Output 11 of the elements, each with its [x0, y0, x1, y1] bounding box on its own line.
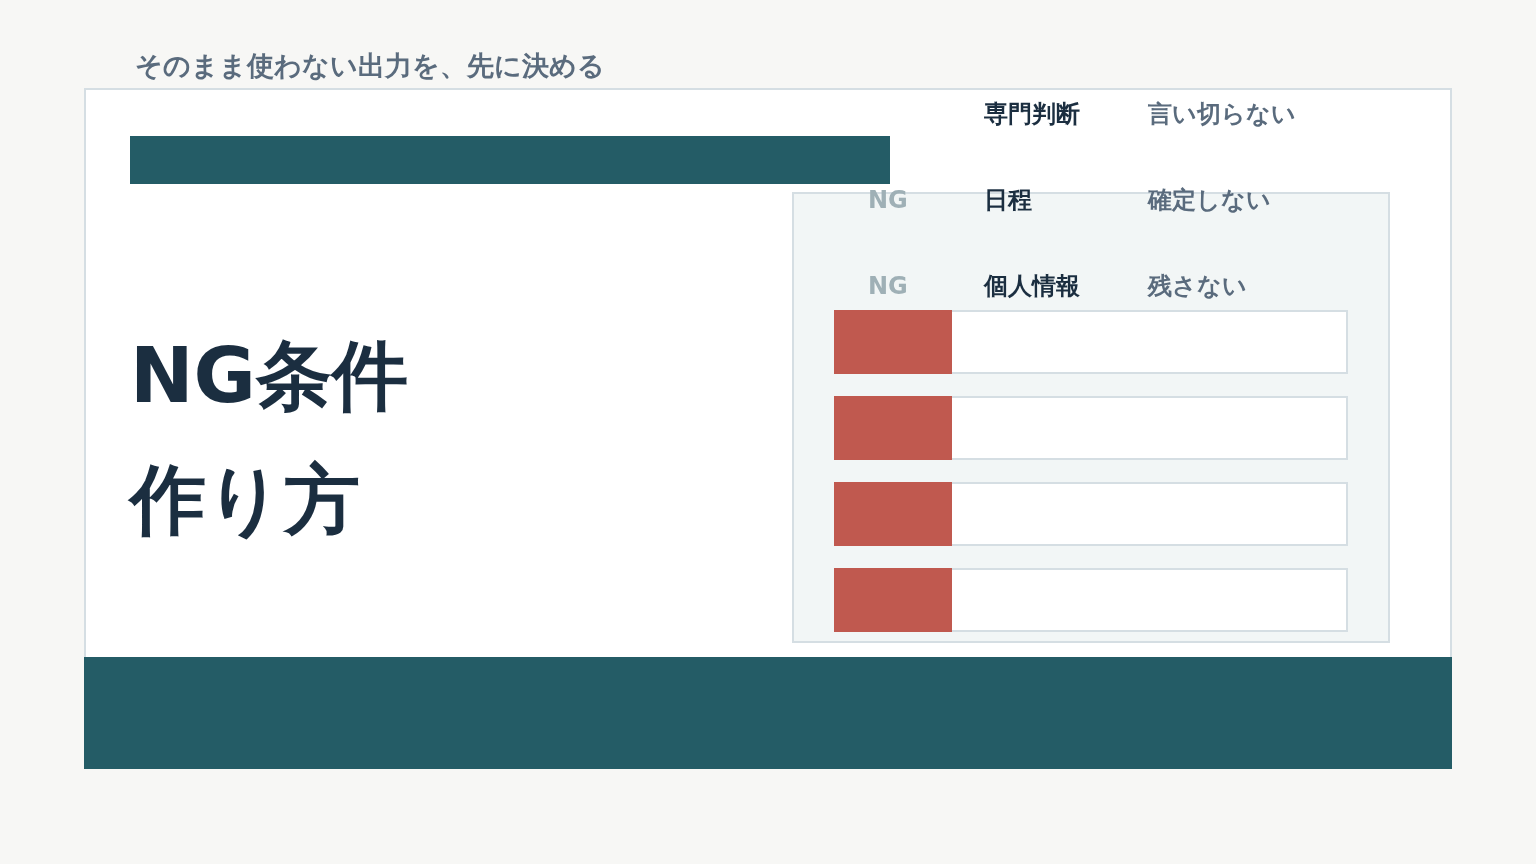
rule-item: 個人情報	[984, 271, 1081, 302]
ng-label: NG	[868, 272, 908, 300]
slide-subtitle: そのまま使わない出力を、先に決める	[135, 49, 606, 83]
rule-item: 日程	[984, 185, 1033, 216]
ng-label: NG	[868, 186, 908, 214]
rule-action: 確定しない	[1148, 185, 1271, 216]
rule-action: 残さない	[1148, 271, 1247, 302]
slide-title: 作り方	[130, 454, 361, 546]
rule-action: 言い切らない	[1148, 99, 1296, 130]
rule-item: 専門判断	[984, 99, 1081, 130]
slide-title: NG条件	[130, 330, 409, 422]
